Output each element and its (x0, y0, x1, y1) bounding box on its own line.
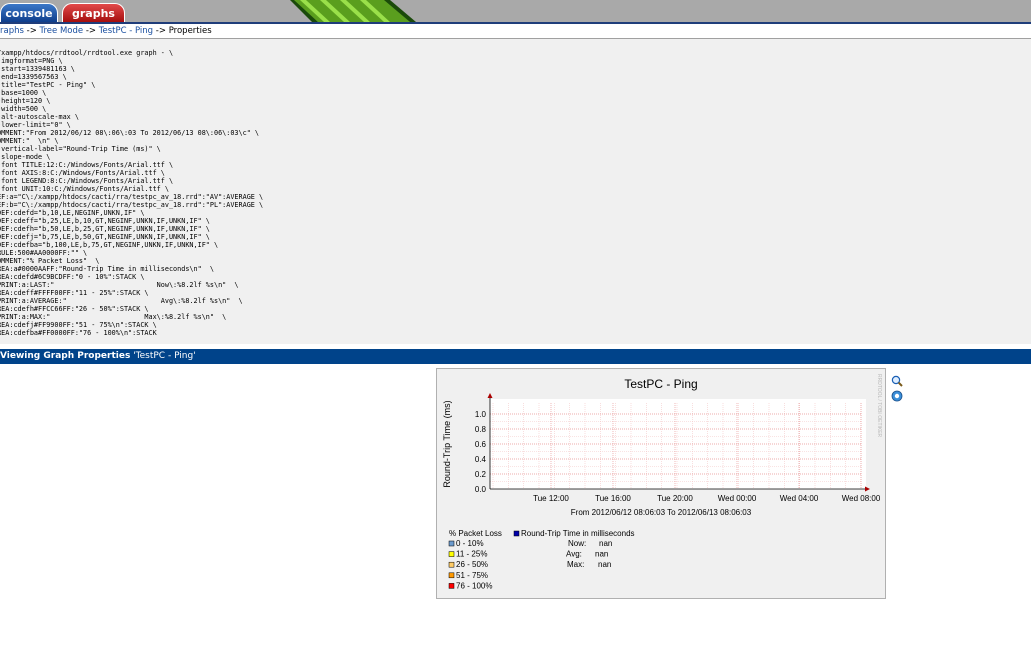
chart-y-tick-label: 0.2 (475, 470, 487, 479)
breadcrumb-testpc-ping-link[interactable]: TestPC - Ping (99, 26, 153, 36)
legend-swatch (448, 572, 455, 579)
cacti-leaf-logo (290, 0, 420, 22)
legend-title: % Packet Loss (449, 529, 502, 538)
breadcrumb-separator: -> (155, 26, 166, 36)
chart-x-tick-label: Tue 12:00 (533, 494, 569, 503)
breadcrumb-separator: -> (26, 26, 37, 36)
legend-buckets: 0 - 10% 11 - 25%26 - 50% 51 - 75%76 - 100% (448, 539, 492, 590)
legend-swatch (448, 583, 455, 589)
legend-stat-label: Now: (568, 539, 586, 548)
chart-y-axis-label: Round-Trip Time (ms) (442, 400, 452, 487)
chart-y-tick-label: 1.0 (475, 410, 487, 419)
breadcrumb-separator: -> (85, 26, 97, 36)
graph-context-icon[interactable] (891, 387, 903, 402)
chart-y-tick-label: 0.8 (475, 425, 487, 434)
legend-swatch (448, 551, 455, 557)
legend-bucket-label: 26 - 50% (456, 560, 488, 569)
rrdtool-watermark: RRDTOOL / TOBI OETIKER (876, 374, 882, 438)
legend-stat-value: nan (599, 539, 612, 548)
viewing-graph-properties-header: Viewing Graph Properties 'TestPC - Ping' (0, 349, 1031, 364)
top-nav-bar: console graphs (0, 0, 1031, 22)
series-color-swatch (513, 530, 520, 537)
chart-y-axis-arrow (487, 393, 493, 398)
chart-x-axis-arrow (865, 486, 870, 492)
legend-swatch (448, 561, 455, 568)
legend-bucket-label: 11 - 25% (456, 550, 487, 559)
chart-x-tick-label: Wed 04:00 (780, 494, 819, 503)
series-label: Round-Trip Time in milliseconds (521, 529, 635, 538)
chart-date-range: From 2012/06/12 08:06:03 To 2012/06/13 0… (571, 508, 752, 517)
legend-bucket-label: 76 - 100% (456, 581, 492, 590)
chart-y-tick-label: 0.6 (475, 440, 487, 449)
tab-graphs[interactable]: graphs (62, 3, 125, 22)
view-bar-prefix: Viewing Graph Properties (0, 351, 131, 361)
breadcrumb-tree-mode-link[interactable]: Tree Mode (40, 26, 84, 36)
breadcrumb-graphs-link[interactable]: raphs (0, 26, 24, 36)
legend-bucket-label: 0 - 10% (456, 539, 484, 548)
zoom-magnifier-icon[interactable] (891, 372, 903, 387)
graph-svg: TestPC - Ping Round-Trip Time (ms) RRDTO… (442, 374, 882, 590)
legend-stat-label: Avg: (566, 550, 582, 559)
graph-image[interactable]: TestPC - Ping Round-Trip Time (ms) RRDTO… (436, 368, 886, 599)
legend-stat-value: nan (595, 550, 608, 559)
tab-console[interactable]: console (0, 3, 58, 22)
chart-x-tick-label: Tue 20:00 (657, 494, 693, 503)
breadcrumb: raphs -> Tree Mode -> TestPC - Ping -> P… (0, 24, 1031, 38)
chart-x-tick-label: Wed 00:00 (718, 494, 757, 503)
chart-x-tick-label: Tue 16:00 (595, 494, 631, 503)
legend-swatch (448, 540, 455, 547)
breadcrumb-current: Properties (168, 26, 212, 36)
legend-stats: Now: nan Avg: nan Max: nan (566, 539, 612, 569)
rrdtool-command-text: \/xampp/htdocs/rrdtool/rrdtool.exe graph… (0, 49, 264, 337)
legend-stat-label: Max: (567, 560, 584, 569)
legend-bucket-label: 51 - 75% (456, 571, 488, 580)
chart-y-tick-label: 0.0 (475, 485, 487, 494)
chart-x-tick-label: Wed 08:00 (842, 494, 881, 503)
view-bar-graph-name: 'TestPC - Ping' (133, 351, 196, 361)
chart-title: TestPC - Ping (624, 377, 697, 391)
chart-y-tick-label: 0.4 (475, 455, 487, 464)
legend-stat-value: nan (598, 560, 611, 569)
rrdtool-command-output: \/xampp/htdocs/rrdtool/rrdtool.exe graph… (0, 39, 1031, 344)
